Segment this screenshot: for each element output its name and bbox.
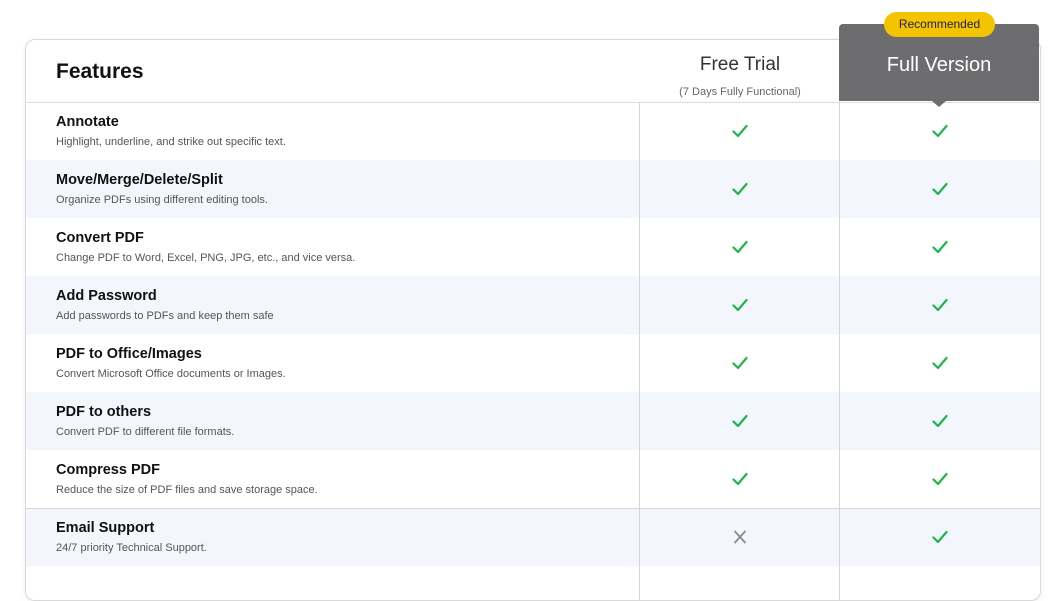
check-icon [732, 414, 748, 428]
free-trial-cell [639, 160, 840, 218]
check-icon [732, 472, 748, 486]
check-icon [732, 124, 748, 138]
check-icon [932, 240, 948, 254]
free-trial-cell [639, 276, 840, 334]
feature-title: PDF to Office/Images [56, 346, 202, 362]
feature-title: Compress PDF [56, 462, 160, 478]
table-row: Annotate Highlight, underline, and strike… [26, 102, 1040, 160]
feature-description: Highlight, underline, and strike out spe… [56, 136, 286, 148]
check-icon [732, 356, 748, 370]
feature-title: Convert PDF [56, 230, 144, 246]
table-row: PDF to others Convert PDF to different fi… [26, 392, 1040, 450]
free-trial-title: Free Trial [699, 54, 781, 75]
feature-description: Reduce the size of PDF files and save st… [56, 484, 318, 496]
feature-description: Convert PDF to different file formats. [56, 426, 235, 438]
column-divider [839, 508, 840, 600]
check-icon [932, 182, 948, 196]
comparison-table: Features Free Trial (7 Days Fully Functi… [25, 39, 1041, 601]
feature-rows: Annotate Highlight, underline, and strike… [26, 102, 1040, 566]
free-trial-cell [639, 218, 840, 276]
full-version-cell [839, 450, 1040, 508]
table-row: Compress PDF Reduce the size of PDF files… [26, 450, 1040, 508]
feature-title: Move/Merge/Delete/Split [56, 172, 223, 188]
full-version-cell [839, 218, 1040, 276]
table-row: PDF to Office/Images Convert Microsoft Of… [26, 334, 1040, 392]
cross-icon [732, 530, 748, 544]
free-trial-cell [639, 450, 840, 508]
feature-description: Organize PDFs using different editing to… [56, 194, 268, 206]
full-version-cell [839, 334, 1040, 392]
feature-description: Add passwords to PDFs and keep them safe [56, 310, 274, 322]
free-trial-cell [639, 102, 840, 160]
table-row: Convert PDF Change PDF to Word, Excel, PN… [26, 218, 1040, 276]
free-trial-subtitle: (7 Days Fully Functional) [679, 86, 801, 98]
full-version-cell [839, 160, 1040, 218]
feature-title: Add Password [56, 288, 157, 304]
feature-title: PDF to others [56, 404, 152, 420]
features-heading: Features [56, 60, 144, 83]
full-version-cell [839, 276, 1040, 334]
free-trial-column-header: Free Trial (7 Days Fully Functional) [640, 40, 840, 102]
full-version-cell [839, 392, 1040, 450]
table-row: Move/Merge/Delete/Split Organize PDFs usi… [26, 160, 1040, 218]
full-version-cell [839, 508, 1040, 566]
free-trial-cell [639, 508, 840, 566]
check-icon [932, 356, 948, 370]
table-row: Add Password Add passwords to PDFs and ke… [26, 276, 1040, 334]
full-version-cell [839, 102, 1040, 160]
free-trial-cell [639, 334, 840, 392]
free-trial-cell [639, 392, 840, 450]
check-icon [732, 182, 748, 196]
full-version-title: Full Version [886, 54, 992, 76]
pointer-arrow [932, 101, 946, 107]
recommended-badge: Recommended [884, 12, 995, 37]
check-icon [732, 240, 748, 254]
check-icon [932, 530, 948, 544]
check-icon [932, 472, 948, 486]
feature-description: 24/7 priority Technical Support. [56, 542, 207, 554]
feature-title: Annotate [56, 114, 119, 130]
check-icon [932, 414, 948, 428]
feature-description: Change PDF to Word, Excel, PNG, JPG, etc… [56, 252, 356, 264]
check-icon [932, 298, 948, 312]
table-divider [26, 508, 1040, 509]
check-icon [932, 124, 948, 138]
feature-title: Email Support [56, 520, 155, 536]
check-icon [732, 298, 748, 312]
column-divider [639, 508, 640, 600]
feature-description: Convert Microsoft Office documents or Im… [56, 368, 286, 380]
table-row: Email Support 24/7 priority Technical Sup… [26, 508, 1040, 566]
